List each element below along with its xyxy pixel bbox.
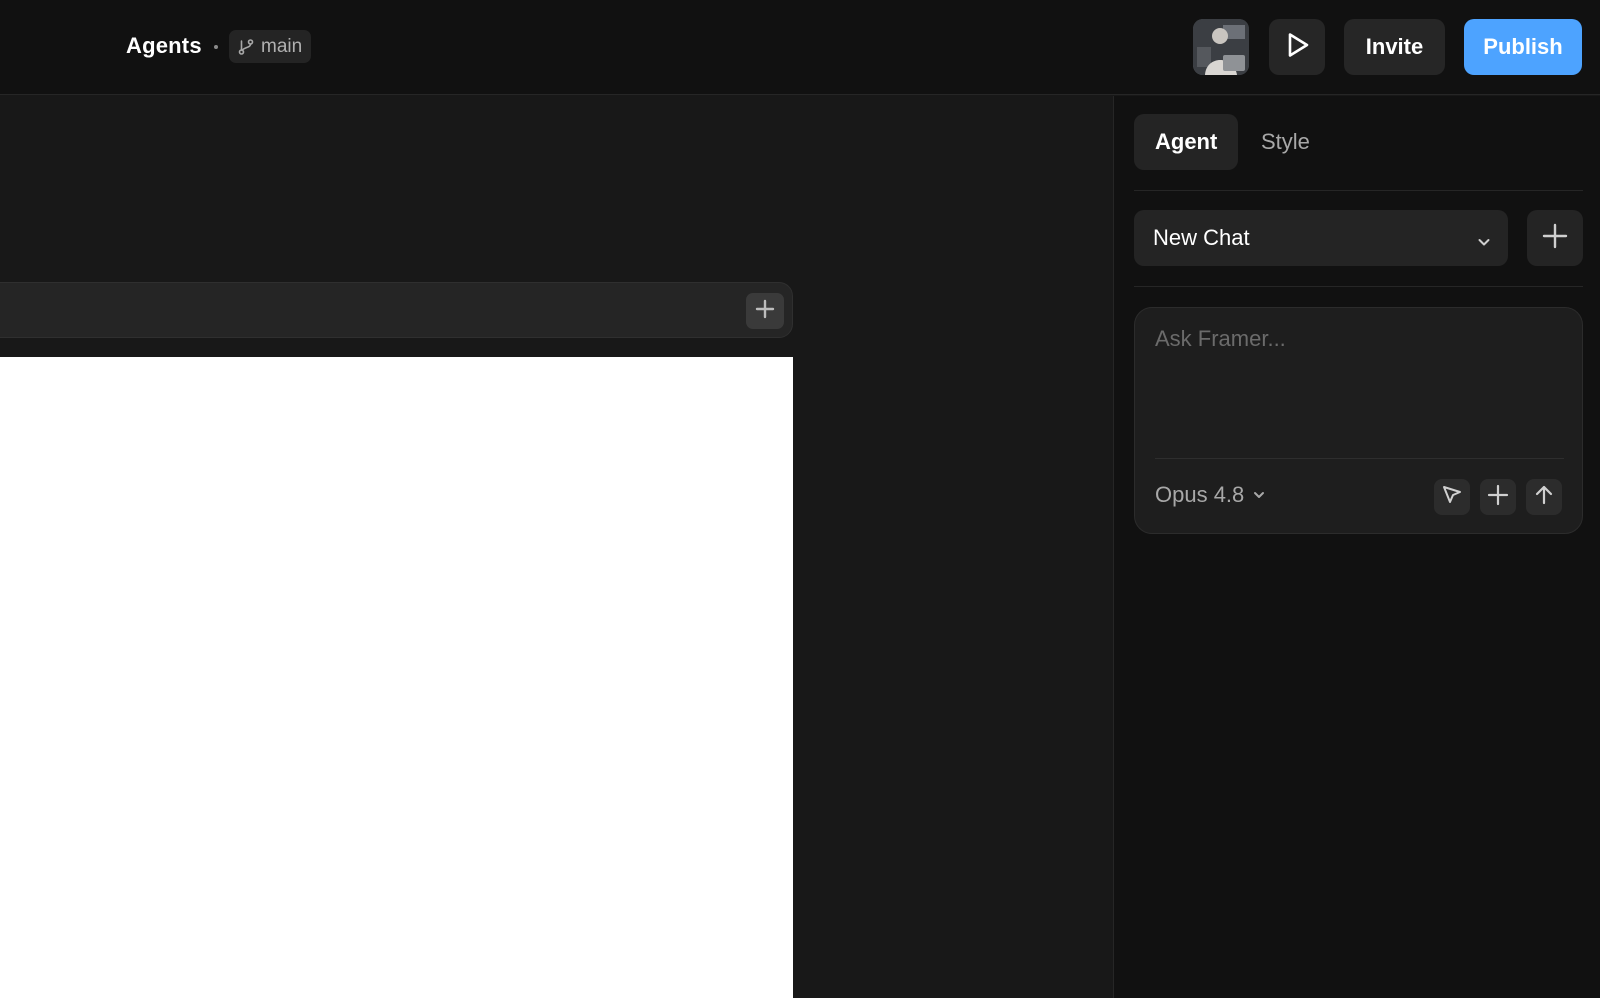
tab-agent[interactable]: Agent: [1134, 114, 1239, 170]
branch-label: main: [261, 35, 303, 57]
chat-select-value: New Chat: [1153, 225, 1250, 250]
plus-icon: [1541, 222, 1569, 255]
play-icon: [1282, 30, 1312, 65]
tabs-divider: [1134, 190, 1583, 191]
cursor-icon: [1440, 483, 1464, 512]
prompt-divider: [1155, 458, 1564, 459]
branch-selector[interactable]: main: [229, 30, 312, 63]
publish-button[interactable]: Publish: [1464, 19, 1582, 75]
title-separator: [214, 45, 218, 49]
git-branch-icon: [237, 38, 255, 56]
plus-icon: [754, 298, 776, 325]
model-select[interactable]: Opus 4.8: [1155, 480, 1266, 510]
select-element-button[interactable]: [1434, 479, 1470, 515]
right-panel: Agent Style New Chat Opus 4.8: [1113, 96, 1600, 998]
tab-style[interactable]: Style: [1240, 114, 1331, 170]
top-bar: Agents main Invite Publish: [0, 0, 1600, 95]
plus-icon: [1486, 483, 1510, 512]
project-title[interactable]: Agents: [126, 33, 202, 59]
new-chat-button[interactable]: [1527, 210, 1583, 266]
frame-add-button[interactable]: [746, 293, 784, 329]
send-button[interactable]: [1526, 479, 1562, 515]
model-label: Opus 4.8: [1155, 482, 1245, 507]
prompt-input[interactable]: [1155, 326, 1560, 436]
arrow-up-icon: [1532, 483, 1556, 512]
prompt-box: Opus 4.8: [1134, 307, 1583, 534]
chevron-down-icon: [1252, 482, 1266, 508]
invite-button[interactable]: Invite: [1344, 19, 1445, 75]
chat-select[interactable]: New Chat: [1134, 210, 1508, 266]
canvas[interactable]: [0, 96, 1113, 998]
chevron-down-icon: [1476, 230, 1492, 256]
preview-play-button[interactable]: [1269, 19, 1325, 75]
frame-toolbar: [0, 282, 793, 338]
attach-button[interactable]: [1480, 479, 1516, 515]
chat-divider: [1134, 286, 1583, 287]
frame-page[interactable]: [0, 357, 793, 998]
avatar[interactable]: [1193, 19, 1249, 75]
